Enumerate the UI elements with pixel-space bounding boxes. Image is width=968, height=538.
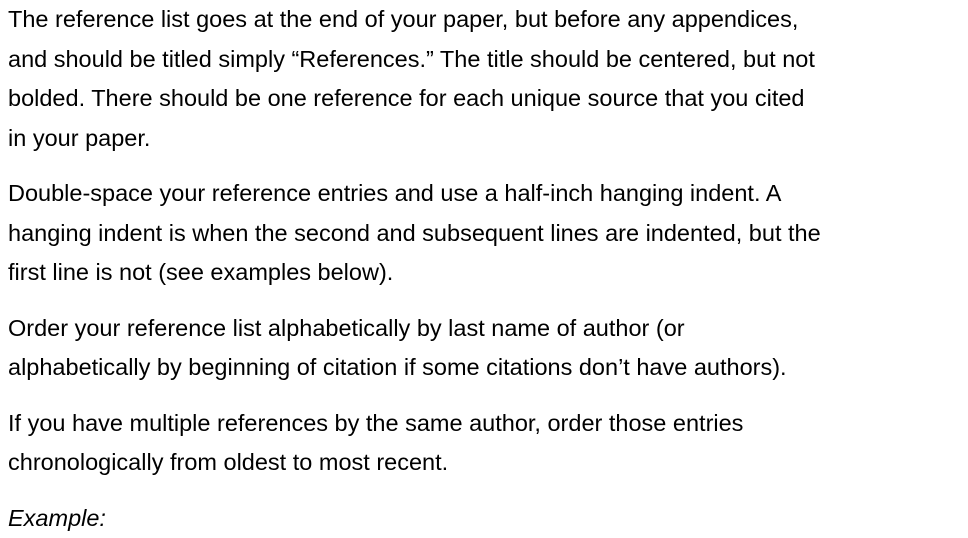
text-line: chronologically from oldest to most rece… <box>8 449 449 475</box>
paragraph-hanging-indent: Double-space your reference entries and … <box>8 174 964 293</box>
text-line: first line is not (see examples below). <box>8 259 394 285</box>
text-line: in your paper. <box>8 124 151 151</box>
text-line: Order your reference list alphabetically… <box>8 314 685 341</box>
document-body: The reference list goes at the end of yo… <box>8 0 964 538</box>
paragraph-alphabetical-order: Order your reference list alphabetically… <box>8 309 964 388</box>
text-line: If you have multiple references by the s… <box>8 409 744 436</box>
paragraph-same-author-order: If you have multiple references by the s… <box>8 404 964 483</box>
text-line: hanging indent is when the second and su… <box>8 219 821 246</box>
text-line: Double-space your reference entries and … <box>8 180 782 206</box>
paragraph-reference-list-placement: The reference list goes at the end of yo… <box>8 0 964 158</box>
text-line: bolded. There should be one reference fo… <box>8 85 805 111</box>
text-line: alphabetically by beginning of citation … <box>8 354 787 380</box>
text-line: and should be titled simply “References.… <box>8 45 815 72</box>
text-line: The reference list goes at the end of yo… <box>8 6 799 32</box>
example-label: Example: <box>8 504 106 531</box>
